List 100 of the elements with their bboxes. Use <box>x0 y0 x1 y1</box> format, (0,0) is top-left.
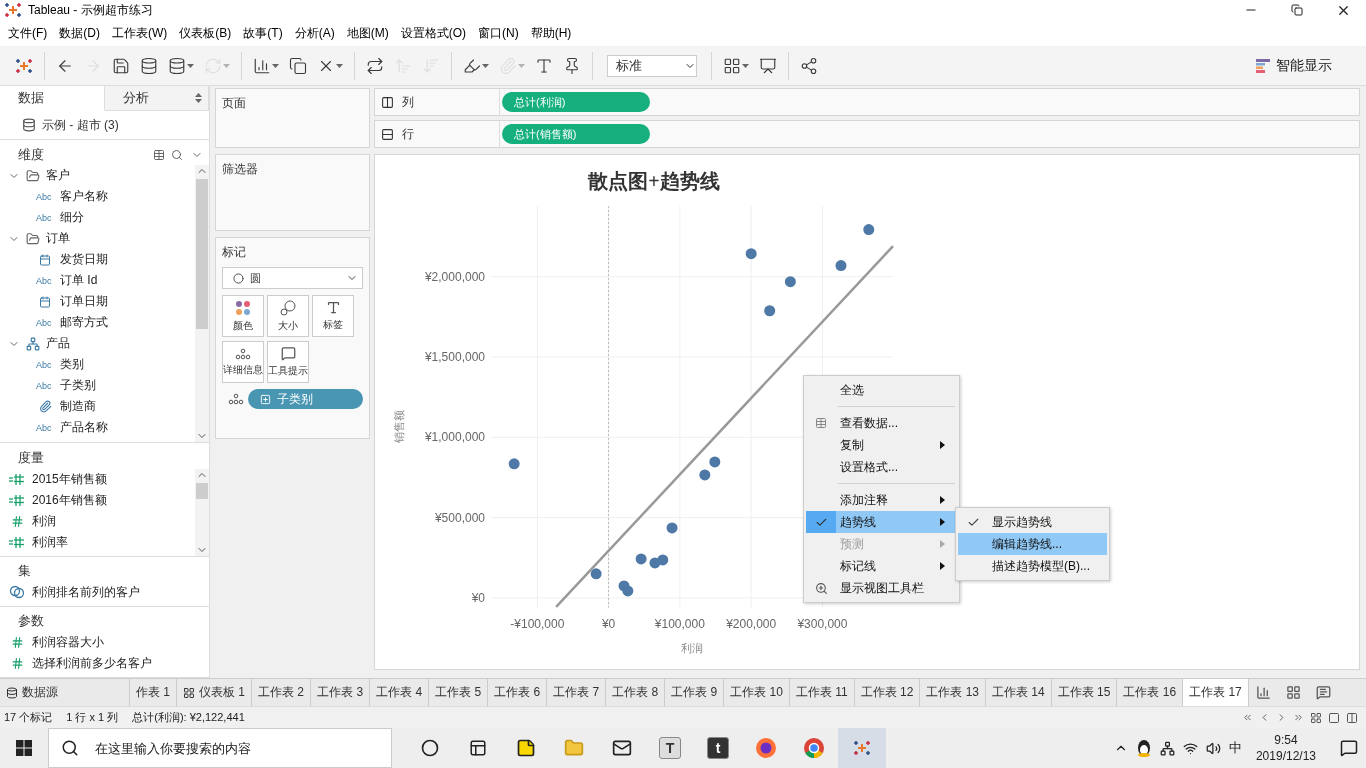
axis-tick-label: -¥100,000 <box>510 616 565 631</box>
taskbar-app[interactable]: T <box>646 728 694 768</box>
field-item[interactable]: Abc 产品名称 <box>0 417 195 439</box>
field-item[interactable]: 产品 <box>0 333 195 355</box>
menu-item[interactable]: 显示趋势线 <box>958 511 1107 533</box>
field-item[interactable]: Abc 子类别 <box>0 375 195 397</box>
menu-bar-item[interactable]: 设置格式(O) <box>394 22 472 44</box>
field-item[interactable]: 2015年销售额 <box>0 468 195 490</box>
menu-item[interactable]: 添加注释 <box>806 489 957 511</box>
mark-property-button[interactable]: 颜色 <box>222 295 264 337</box>
data-point[interactable] <box>657 554 669 566</box>
notification-icon[interactable] <box>1340 739 1358 757</box>
penguin-icon[interactable] <box>1135 739 1152 757</box>
menu-bar-item[interactable]: 故事(T) <box>237 22 289 44</box>
menu-item[interactable]: 标记线 <box>806 555 957 577</box>
browser-icon <box>755 737 777 759</box>
data-point[interactable] <box>635 553 647 565</box>
menu-bar-item[interactable]: 仪表板(B) <box>173 22 238 44</box>
color-dots-icon <box>235 299 251 316</box>
mark-type-dropdown[interactable]: 圆 <box>222 267 363 289</box>
field-item[interactable]: 2016年销售额 <box>0 489 195 511</box>
scrollbar-thumb[interactable] <box>196 179 208 330</box>
menu-bar-item[interactable]: 文件(F) <box>2 22 54 44</box>
data-point[interactable] <box>699 469 711 481</box>
folder-icon <box>26 231 40 246</box>
string-type-icon: Abc <box>36 191 54 202</box>
menu-bar-item[interactable]: 地图(M) <box>340 22 395 44</box>
data-point[interactable] <box>709 456 721 468</box>
data-point[interactable] <box>745 248 757 260</box>
datasource-name[interactable]: 示例 - 超市 (3) <box>42 116 119 134</box>
mark-property-button[interactable]: 工具提示 <box>267 341 309 383</box>
caret-icon <box>518 63 525 68</box>
field-item[interactable]: Abc 类别 <box>0 354 195 376</box>
data-point[interactable] <box>508 458 520 470</box>
field-item[interactable]: 选择利润前多少名客户 <box>0 653 209 674</box>
data-point[interactable] <box>666 522 678 534</box>
mark-property-button[interactable]: 大小 <box>267 295 309 337</box>
field-item[interactable]: Abc 订单 Id <box>0 270 195 292</box>
field-item[interactable]: 订单日期 <box>0 291 195 313</box>
scrollbar[interactable] <box>195 165 209 443</box>
data-point[interactable] <box>764 305 776 317</box>
fit-dropdown[interactable]: 标准 <box>607 54 697 77</box>
clock[interactable]: 9:54 2019/12/13 <box>1249 732 1322 764</box>
first-page-icon[interactable] <box>1242 712 1253 723</box>
field-item[interactable]: 客户 <box>0 165 195 187</box>
database-icon <box>6 686 18 699</box>
section-title: 集 <box>18 562 32 581</box>
field-item[interactable]: 利润排名前列的客户 <box>0 581 209 603</box>
menu-bar-item[interactable]: 帮助(H) <box>524 22 578 44</box>
tab-view-icon[interactable] <box>1328 711 1340 724</box>
show-me-button[interactable]: 智能显示 <box>1250 55 1338 76</box>
network-icon[interactable] <box>1159 740 1175 756</box>
grid-view-icon[interactable] <box>1310 711 1322 724</box>
mark-property-button[interactable]: 详细信息 <box>222 341 264 383</box>
field-item[interactable]: Abc 细分 <box>0 207 195 229</box>
menu-item[interactable]: 复制 <box>806 434 957 456</box>
wifi-icon[interactable] <box>1182 740 1198 756</box>
field-item[interactable]: 利润率 <box>0 531 195 553</box>
menu-bar-item[interactable]: 窗口(N) <box>472 22 525 44</box>
data-point[interactable] <box>784 276 796 288</box>
axis-tick-label: ¥500,000 <box>434 510 485 525</box>
menu-item[interactable]: 查看数据... <box>806 412 957 434</box>
search-field[interactable]: 在这里输入你要搜索的内容 <box>93 739 373 757</box>
taskbar-app[interactable]: t <box>694 728 742 768</box>
field-item[interactable]: 利润容器大小 <box>0 632 209 653</box>
menu-item[interactable]: 显示视图工具栏 <box>806 577 957 599</box>
menu-bar-item[interactable]: 数据(D) <box>53 22 106 44</box>
data-point[interactable] <box>622 585 634 597</box>
scrollbar-thumb[interactable] <box>196 482 208 499</box>
menu-bar-item[interactable]: 工作表(W) <box>106 22 174 44</box>
field-item[interactable]: Abc 客户名称 <box>0 186 195 208</box>
field-item[interactable]: 制造商 <box>0 396 195 418</box>
menu-item[interactable]: 趋势线 <box>806 511 957 533</box>
menu-item[interactable]: 描述趋势模型(B)... <box>958 555 1107 577</box>
field-item[interactable]: Abc 邮寄方式 <box>0 312 195 334</box>
text-label-icon <box>325 300 341 315</box>
field-item[interactable]: 发货日期 <box>0 249 195 271</box>
menu-item[interactable]: 设置格式... <box>806 456 957 478</box>
data-point[interactable] <box>835 260 847 272</box>
field-item[interactable]: 利润 <box>0 510 195 532</box>
data-point[interactable] <box>590 568 602 580</box>
browser-icon <box>803 737 825 759</box>
mail-icon <box>612 738 632 758</box>
scrollbar[interactable] <box>195 468 209 556</box>
menu-bar-item[interactable]: 分析(A) <box>288 22 341 44</box>
status-text: 1 行 x 1 列 <box>66 710 119 725</box>
data-point[interactable] <box>863 224 875 236</box>
last-page-icon[interactable] <box>1293 712 1304 723</box>
input-method-indicator[interactable]: 中 <box>1228 739 1242 757</box>
menu-item[interactable]: 全选 <box>806 379 957 401</box>
filmstrip-view-icon[interactable] <box>1346 711 1358 724</box>
axis-title: 利润 <box>681 641 703 654</box>
pane-tab[interactable]: 分析 <box>104 86 209 112</box>
search-box[interactable]: 在这里输入你要搜索的内容 <box>48 728 392 768</box>
field-item[interactable]: 订单 <box>0 228 195 250</box>
volume-icon[interactable] <box>1205 740 1221 756</box>
mark-property-button[interactable]: 标签 <box>312 295 354 337</box>
sheet-tab[interactable]: 工作表 17 <box>1183 679 1249 706</box>
zoom-in-icon <box>814 581 828 595</box>
menu-item[interactable]: 编辑趋势线... <box>958 533 1107 555</box>
